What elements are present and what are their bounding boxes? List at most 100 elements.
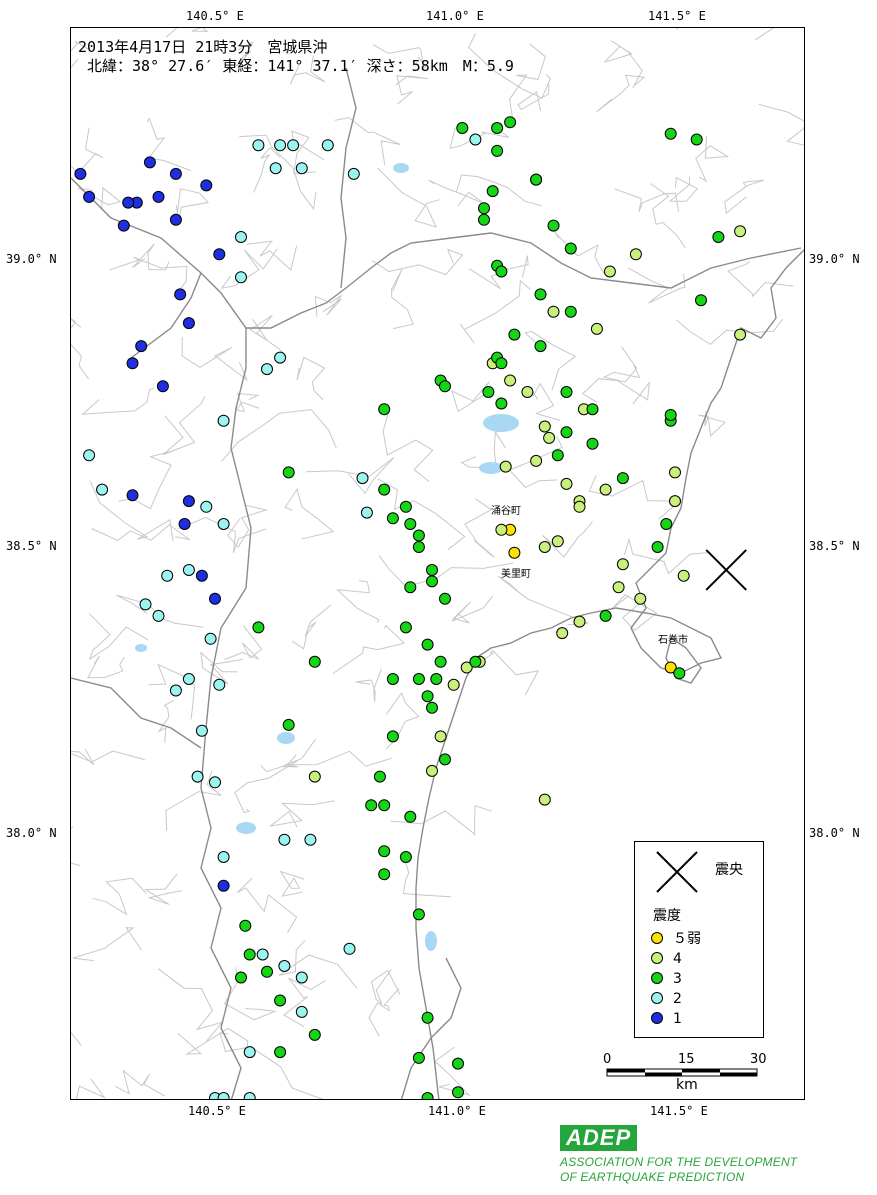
- municipal-border: [395, 75, 428, 105]
- municipal-border: [71, 127, 104, 174]
- municipal-border: [246, 240, 298, 271]
- station-marker-intensity-3: [404, 518, 417, 530]
- municipal-border: [402, 857, 452, 898]
- station-marker-intensity-3: [508, 328, 521, 341]
- municipal-border: [72, 927, 142, 962]
- municipal-border: [370, 969, 401, 1005]
- station-marker-intensity-3: [482, 386, 495, 398]
- station-marker-intensity-3: [660, 518, 673, 530]
- municipal-border: [727, 261, 794, 298]
- station-marker-intensity-3: [439, 380, 451, 393]
- municipal-border: [542, 521, 593, 558]
- station-marker-intensity-3: [235, 971, 247, 984]
- station-marker-intensity-1: [122, 196, 135, 209]
- station-marker-intensity-2: [217, 414, 230, 427]
- lat-label-right-3: 38.0° N: [809, 826, 860, 840]
- lakes: [135, 163, 519, 951]
- station-marker-intensity-3: [282, 466, 295, 479]
- lake: [277, 732, 295, 744]
- lat-label-left-2: 38.5° N: [6, 539, 57, 553]
- station-marker-intensity-3: [439, 592, 451, 605]
- municipal-border: [283, 977, 326, 1028]
- scale-bar: 0 15 30 km: [600, 1050, 770, 1095]
- legend-item-4: 4: [651, 951, 682, 967]
- station-marker-intensity-3: [664, 409, 677, 421]
- station-marker-intensity-3: [378, 483, 391, 496]
- station-marker-intensity-2: [295, 971, 308, 984]
- station-marker-intensity-3: [560, 426, 573, 439]
- legend-dot-icon: [651, 1012, 663, 1024]
- station-marker-intensity-4: [499, 460, 512, 473]
- event-parameters: 北緯：38° 27.6′ 東経：141° 37.1′ 深さ：58km M：5.9: [78, 57, 514, 75]
- station-marker-intensity-2: [243, 1092, 256, 1099]
- municipal-border: [279, 870, 305, 897]
- station-marker-intensity-3: [586, 403, 599, 416]
- legend-item-label: 1: [673, 1011, 682, 1027]
- municipal-border: [724, 179, 765, 215]
- station-marker-intensity-1: [178, 518, 191, 530]
- station-marker-intensity-3: [399, 851, 412, 863]
- municipal-border: [355, 668, 382, 702]
- station-marker-intensity-3: [560, 386, 573, 398]
- legend: 震央 震度 ５弱 4 3 2 1: [634, 841, 764, 1038]
- station-marker-intensity-4: [616, 558, 629, 571]
- municipal-border: [165, 28, 209, 38]
- station-marker-intensity-1: [217, 879, 230, 892]
- municipal-border: [81, 387, 155, 415]
- station-marker-intensity-3: [426, 564, 438, 576]
- station-marker-intensity-2: [96, 483, 109, 496]
- event-date-region: 2013年4月17日 21時3分 宮城県沖: [78, 38, 328, 56]
- municipal-border: [604, 40, 643, 88]
- lat-label-left-1: 39.0° N: [6, 252, 57, 266]
- station-marker-intensity-4: [669, 495, 681, 508]
- station-marker-intensity-4: [634, 592, 647, 605]
- station-marker-intensity-3: [365, 799, 378, 812]
- station-marker-intensity-3: [495, 357, 508, 370]
- lon-label-bottom-2: 141.0° E: [428, 1104, 486, 1118]
- station-marker-intensity-3: [478, 202, 490, 215]
- municipal-border: [92, 877, 147, 916]
- station-marker-intensity-3: [586, 437, 599, 450]
- station-marker-intensity-3: [439, 753, 451, 766]
- municipal-border: [368, 988, 400, 1037]
- station-marker-intensity-1: [117, 219, 130, 232]
- municipal-border: [285, 739, 392, 767]
- lat-label-right-1: 39.0° N: [809, 252, 860, 266]
- station-marker-intensity-3: [412, 908, 425, 921]
- municipal-border: [118, 450, 173, 510]
- scale-unit: km: [676, 1077, 698, 1093]
- station-marker-intensity-3: [386, 730, 399, 743]
- legend-dot-icon: [651, 972, 663, 984]
- lake: [135, 644, 147, 652]
- municipal-border: [758, 103, 804, 146]
- station-marker-intensity-3: [421, 638, 434, 651]
- station-marker-intensity-2: [278, 833, 291, 846]
- station-marker-intensity-3: [430, 673, 443, 685]
- prefecture-boundary: [400, 957, 462, 1099]
- station-marker-intensity-4: [434, 730, 447, 743]
- station-marker-intensity-3: [426, 575, 438, 588]
- municipal-border: [434, 1046, 471, 1096]
- station-marker-intensity-4: [308, 770, 321, 783]
- legend-epicenter-label: 震央: [715, 862, 743, 878]
- station-marker-intensity-3: [308, 1028, 321, 1041]
- station-marker-intensity-2: [235, 271, 247, 284]
- municipal-border: [144, 873, 183, 905]
- station-marker-intensity-3: [274, 1046, 287, 1059]
- station-marker-intensity-2: [139, 598, 152, 611]
- station-marker-intensity-2: [213, 678, 226, 691]
- station-marker-intensity-1: [126, 489, 139, 502]
- station-marker-intensity-3: [491, 144, 504, 157]
- municipal-border: [428, 179, 485, 207]
- station-marker-intensity-4: [629, 248, 642, 261]
- station-marker-intensity-1: [152, 190, 165, 203]
- station-marker-intensity-4: [612, 581, 625, 594]
- legend-item-2: 2: [651, 991, 682, 1007]
- station-marker-intensity-3: [252, 621, 265, 634]
- station-marker-intensity-3: [386, 673, 399, 685]
- station-marker-intensity-3: [564, 242, 577, 255]
- municipal-border: [581, 378, 650, 405]
- lon-label-top-2: 141.0° E: [426, 9, 484, 23]
- station-marker-intensity-5minus: [508, 546, 521, 559]
- station-marker-intensity-4: [543, 431, 556, 444]
